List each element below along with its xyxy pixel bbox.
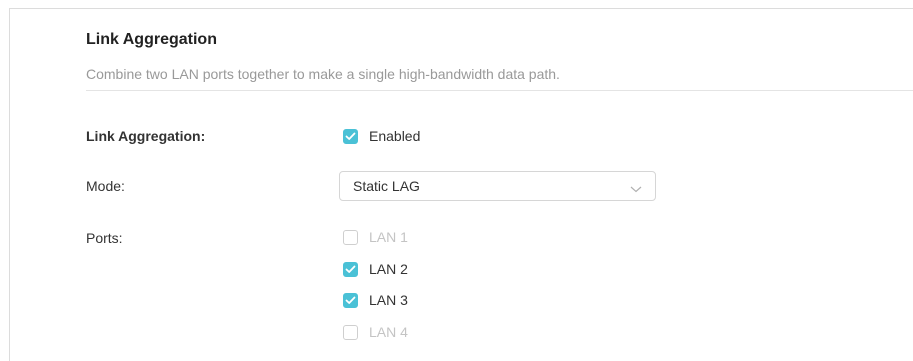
port-label: LAN 1 <box>369 229 408 245</box>
checkbox-checked-icon <box>343 292 358 308</box>
ports-label: Ports: <box>86 230 123 246</box>
checkbox-unchecked-icon <box>343 229 358 245</box>
link-aggregation-enabled-checkbox[interactable]: Enabled <box>343 127 420 145</box>
port-lan2-checkbox[interactable]: LAN 2 <box>343 260 408 278</box>
mode-select-value: Static LAG <box>353 178 420 194</box>
mode-label: Mode: <box>86 178 125 194</box>
mode-select[interactable]: Static LAG <box>339 171 656 201</box>
link-aggregation-label: Link Aggregation: <box>86 128 206 144</box>
chevron-down-icon <box>630 181 642 193</box>
section-title: Link Aggregation <box>86 31 217 48</box>
link-aggregation-panel: Link Aggregation Combine two LAN ports t… <box>9 8 913 361</box>
link-aggregation-checkbox-label: Enabled <box>369 128 421 144</box>
port-lan3-checkbox[interactable]: LAN 3 <box>343 291 408 309</box>
port-label: LAN 4 <box>369 324 408 340</box>
port-label: LAN 3 <box>369 292 408 308</box>
section-description: Combine two LAN ports together to make a… <box>86 66 560 82</box>
checkbox-unchecked-icon <box>343 324 358 340</box>
checkbox-checked-icon <box>343 261 358 277</box>
section-divider <box>86 90 913 91</box>
port-label: LAN 2 <box>369 261 408 277</box>
port-lan4-checkbox[interactable]: LAN 4 <box>343 323 408 341</box>
port-lan1-checkbox[interactable]: LAN 1 <box>343 228 408 246</box>
checkbox-checked-icon <box>343 128 358 144</box>
